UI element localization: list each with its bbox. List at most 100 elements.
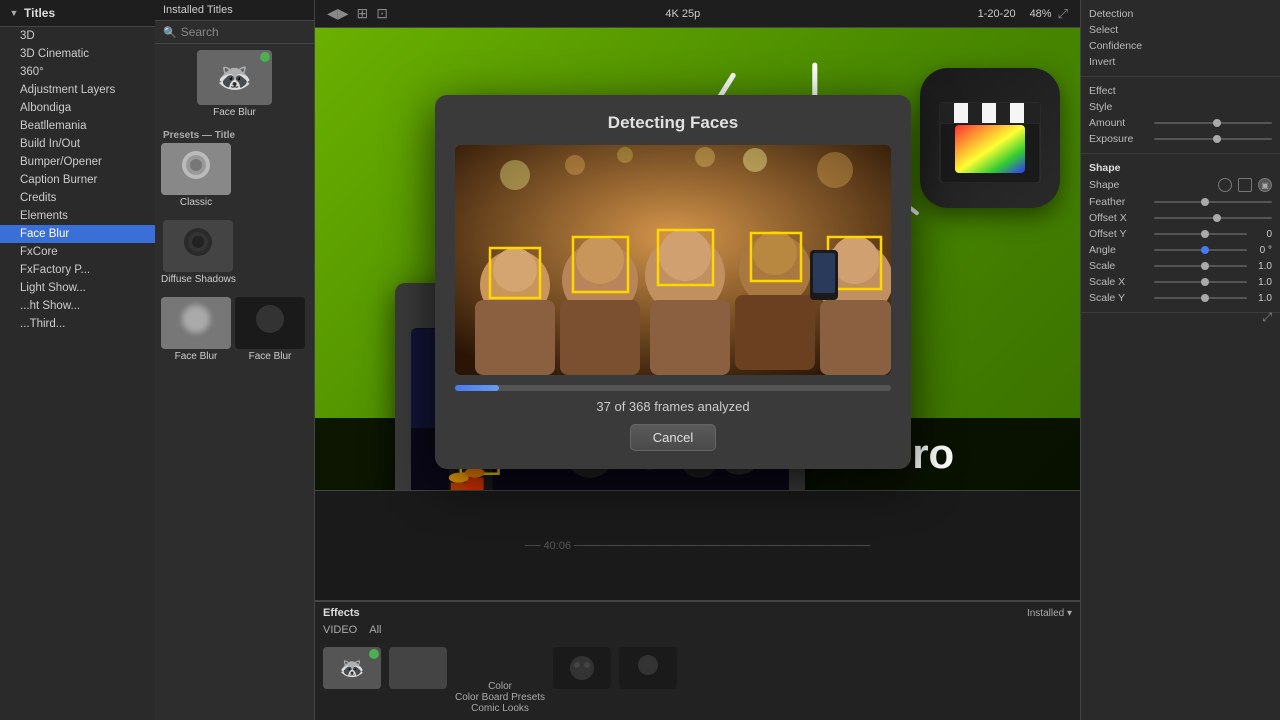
- diffuse-shadows-thumb-img: [163, 220, 233, 272]
- app-container: ▼ Titles 3D 3D Cinematic 360° Adjustment…: [0, 0, 1280, 720]
- shape-section: Shape Shape ▣ Feather Offset X: [1081, 154, 1280, 313]
- fg-progress-fill: [455, 385, 499, 391]
- scale-x-slider[interactable]: [1154, 281, 1247, 283]
- effect-color-thumb[interactable]: [389, 647, 447, 716]
- amount-thumb[interactable]: [1213, 119, 1221, 127]
- angle-slider[interactable]: [1154, 249, 1247, 251]
- presets-thumbs-row: Classic Diffuse Shadows: [161, 143, 308, 293]
- scale-row: Scale 1.0: [1089, 258, 1272, 274]
- preset-diffuse-shadows[interactable]: Diffuse Shadows: [161, 220, 236, 285]
- confidence-label: Confidence: [1089, 40, 1142, 52]
- sidebar-item-fxfactory[interactable]: FxFactory P...: [0, 261, 155, 279]
- detection-row: Detection: [1089, 6, 1272, 22]
- sidebar-title: Titles: [24, 6, 55, 20]
- sidebar-item-caption-burner[interactable]: Caption Burner: [0, 171, 155, 189]
- scale-slider[interactable]: [1154, 265, 1247, 267]
- scale-y-thumb[interactable]: [1201, 294, 1209, 302]
- offset-y-val: 0: [1247, 229, 1272, 240]
- sidebar-item-third[interactable]: ...Third...: [0, 315, 155, 333]
- feather-thumb[interactable]: [1201, 198, 1209, 206]
- toolbar-icon-3[interactable]: ⊡: [376, 5, 388, 22]
- sidebar-item-light-show1[interactable]: Light Show...: [0, 279, 155, 297]
- shape-rect[interactable]: [1238, 178, 1252, 192]
- offset-y-slider[interactable]: [1154, 233, 1247, 235]
- effect-thumb-3[interactable]: [553, 647, 611, 716]
- diffuse-shadows-label: Diffuse Shadows: [161, 274, 236, 285]
- angle-val: 0 °: [1247, 245, 1272, 256]
- offset-x-row: Offset X: [1089, 210, 1272, 226]
- toolbar-icon-1[interactable]: ◀▶: [327, 5, 349, 22]
- sidebar-item-elements[interactable]: Elements: [0, 207, 155, 225]
- exposure-label: Exposure: [1089, 133, 1154, 145]
- sidebar-toggle[interactable]: ▼: [8, 7, 20, 19]
- expand-icon[interactable]: ⤢: [1262, 310, 1272, 325]
- sidebar-item-face-blur[interactable]: Face Blur: [0, 225, 155, 243]
- sidebar-item-light-show2[interactable]: ...ht Show...: [0, 297, 155, 315]
- effect-raccoon-img: 🦝: [323, 647, 381, 689]
- amount-label: Amount: [1089, 117, 1154, 129]
- invert-label: Invert: [1089, 56, 1115, 68]
- sidebar-item-3d[interactable]: 3D: [0, 27, 155, 45]
- sidebar-item-build-in-out[interactable]: Build In/Out: [0, 135, 155, 153]
- angle-label: Angle: [1089, 244, 1154, 256]
- right-toolbar: 1-20-20 48% ⤢: [978, 6, 1068, 22]
- shape-section-label: Shape: [1089, 162, 1121, 174]
- effects-tab-label[interactable]: Effects: [323, 607, 360, 619]
- search-icon: 🔍: [163, 26, 177, 39]
- clapper-icon: [935, 93, 1045, 183]
- feather-row: Feather: [1089, 194, 1272, 210]
- sidebar-item-beatllemania[interactable]: Beatllemania: [0, 117, 155, 135]
- scale-x-thumb[interactable]: [1201, 278, 1209, 286]
- effects-all-label[interactable]: All: [369, 622, 381, 638]
- shape-label: Shape: [1089, 179, 1119, 191]
- exposure-thumb[interactable]: [1213, 135, 1221, 143]
- sidebar-item-3d-cinematic[interactable]: 3D Cinematic: [0, 45, 155, 63]
- scale-thumb[interactable]: [1201, 262, 1209, 270]
- shape-row-controls: Shape ▣: [1089, 176, 1272, 194]
- fcp-logo-inner: [920, 68, 1060, 208]
- preset-face-blur-2[interactable]: Face Blur: [235, 297, 305, 362]
- invert-row: Invert: [1089, 54, 1272, 70]
- search-input[interactable]: [181, 25, 306, 39]
- shape-circle[interactable]: [1218, 178, 1232, 192]
- effect-thumb-4[interactable]: [619, 647, 677, 716]
- sidebar-item-albondiga[interactable]: Albondiga: [0, 99, 155, 117]
- scale-y-val: 1.0: [1247, 293, 1272, 304]
- feather-slider[interactable]: [1154, 201, 1272, 203]
- sidebar-item-fxcore[interactable]: FxCore: [0, 243, 155, 261]
- angle-thumb[interactable]: [1201, 246, 1209, 254]
- offset-y-thumb[interactable]: [1201, 230, 1209, 238]
- sidebar-item-360[interactable]: 360°: [0, 63, 155, 81]
- shape-img[interactable]: ▣: [1258, 178, 1272, 192]
- toolbar-icon-expand[interactable]: ⤢: [1058, 6, 1068, 22]
- exposure-slider[interactable]: [1154, 138, 1272, 140]
- effects-bottom-area: Effects Installed ▾ VIDEO All 🦝: [315, 600, 1080, 720]
- installed-titles-label[interactable]: Installed Titles: [163, 4, 233, 16]
- comic-looks-label: Comic Looks: [471, 703, 529, 714]
- offset-x-thumb[interactable]: [1213, 214, 1221, 222]
- effects-bottom-header: Effects Installed ▾: [323, 607, 1072, 619]
- expand-row: ⤢: [1081, 313, 1280, 333]
- preset-face-blur-1[interactable]: Face Blur: [161, 297, 231, 362]
- amount-slider[interactable]: [1154, 122, 1272, 124]
- toolbar-icon-2[interactable]: ⊞: [357, 5, 369, 22]
- style-label: Style: [1089, 101, 1112, 113]
- color-label: Color: [488, 681, 512, 692]
- offset-x-slider[interactable]: [1154, 217, 1272, 219]
- fg-cancel-button[interactable]: Cancel: [630, 424, 716, 451]
- sidebar: ▼ Titles 3D 3D Cinematic 360° Adjustment…: [0, 0, 155, 720]
- effects-installed-label[interactable]: Installed ▾: [1027, 608, 1072, 619]
- scale-y-slider[interactable]: [1154, 297, 1247, 299]
- effect-raccoon-thumb[interactable]: 🦝: [323, 647, 381, 716]
- sidebar-item-credits[interactable]: Credits: [0, 189, 155, 207]
- effect-badge: [369, 649, 379, 659]
- face-blur-thumb-label: Face Blur: [213, 107, 256, 118]
- sidebar-item-adjustment-layers[interactable]: Adjustment Layers: [0, 81, 155, 99]
- effect-4-img: [619, 647, 677, 689]
- shape-options: ▣: [1218, 178, 1272, 192]
- sidebar-item-bumper-opener[interactable]: Bumper/Opener: [0, 153, 155, 171]
- detection-label: Detection: [1089, 8, 1133, 20]
- presets-thumbs-row2: Face Blur Face Blur: [161, 297, 308, 370]
- preset-classic[interactable]: Classic: [161, 143, 231, 208]
- face-blur-thumb[interactable]: 🦝 Face Blur: [161, 50, 308, 118]
